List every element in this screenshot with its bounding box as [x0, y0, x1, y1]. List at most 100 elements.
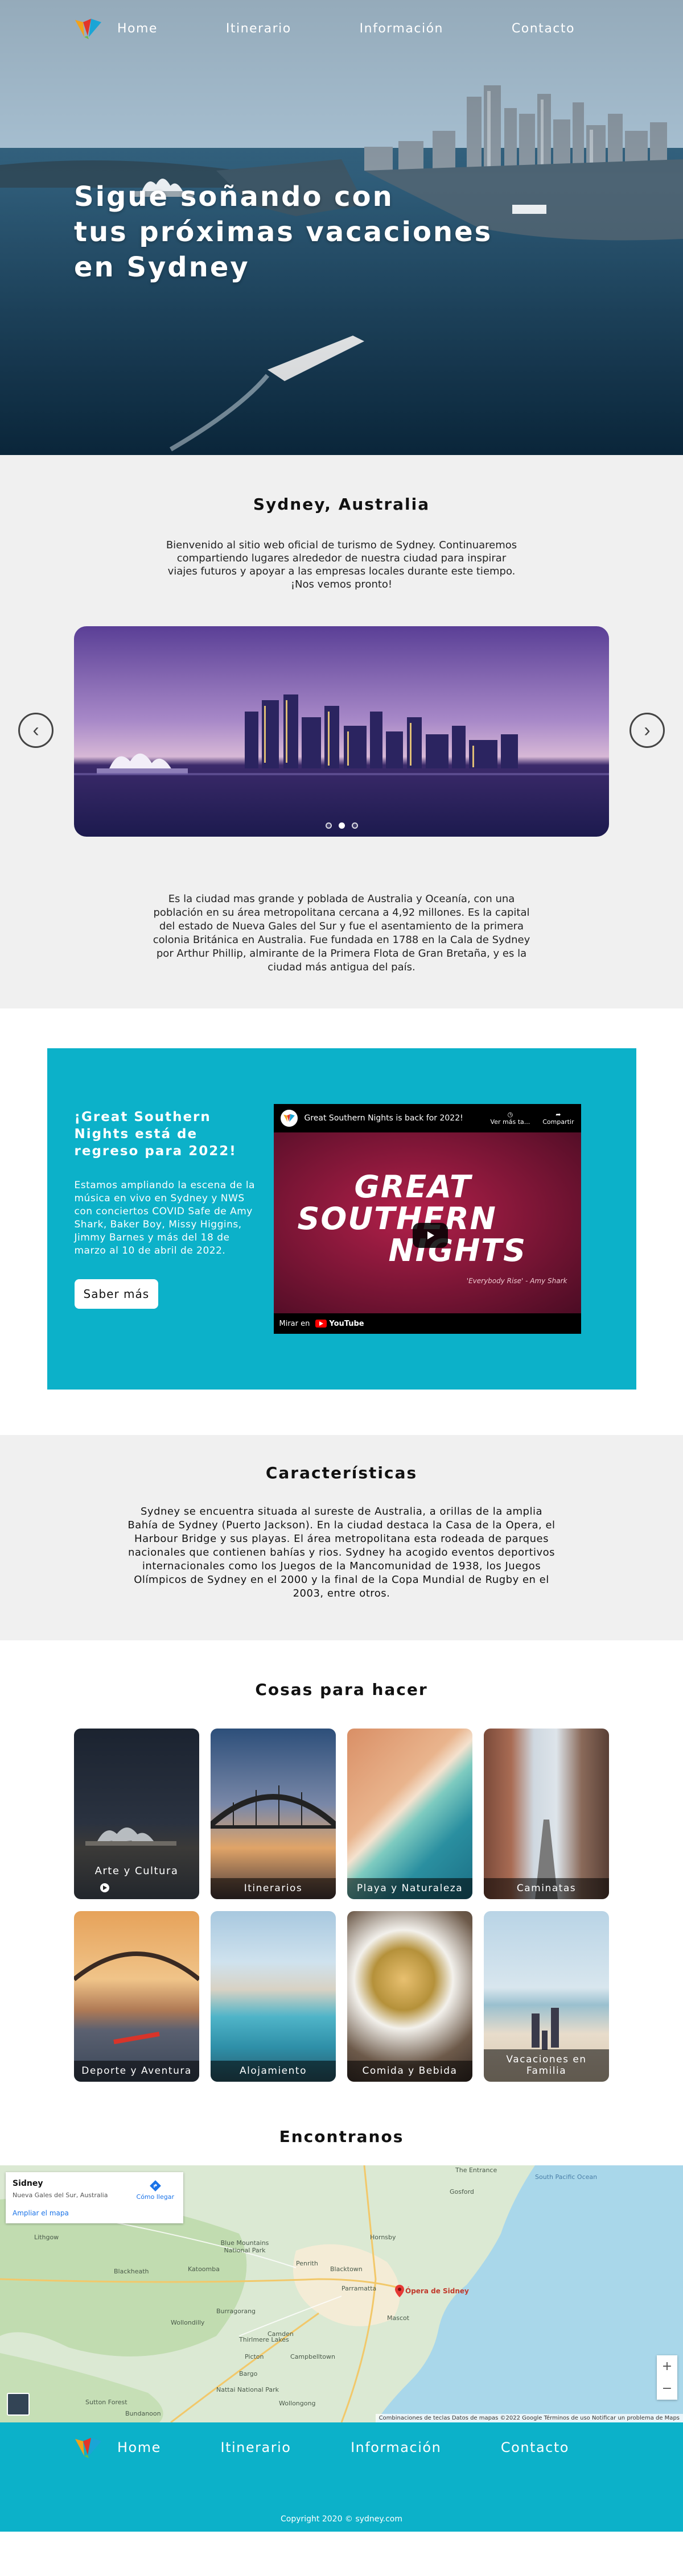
map-label: Picton: [245, 2353, 264, 2360]
copyright: Copyright 2020 © sydney.com: [281, 2515, 402, 2524]
video-top-bar: Great Southern Nights is back for 2022! …: [274, 1104, 581, 1132]
find-us-section: Encontranos The Entrance South Pacific O…: [0, 2116, 683, 2422]
saber-mas-button[interactable]: Saber más: [74, 1279, 159, 1309]
map-label: Wollongong: [279, 2400, 316, 2407]
event-title: ¡Great Southern Nights está de regreso p…: [74, 1110, 237, 1159]
nav-home-link[interactable]: Home: [117, 22, 158, 36]
activity-card-itinerarios[interactable]: Itinerarios: [211, 1729, 336, 1899]
map-attribution[interactable]: Combinaciones de teclas Datos de mapas ©…: [375, 2414, 683, 2422]
sydney-night-skyline-image: [74, 626, 609, 837]
activity-label: Comida y Bebida: [347, 2061, 472, 2082]
watch-later-label: Ver más ta...: [490, 1118, 530, 1126]
zoom-out-icon[interactable]: −: [662, 2381, 672, 2396]
map-label: Nattai National Park: [216, 2386, 279, 2393]
playa-naturaleza-image: [347, 1729, 472, 1899]
hero: Home Itinerario Información Contacto Sig…: [0, 0, 683, 455]
footer-links: Home Itinerario Información Contacto: [117, 2439, 609, 2455]
map-label: Parramatta: [342, 2285, 377, 2292]
sydney-logo-icon[interactable]: [74, 2436, 102, 2459]
directions-label: Cómo llegar: [136, 2193, 174, 2201]
activity-card-playa-naturaleza[interactable]: Playa y Naturaleza: [347, 1729, 472, 1899]
map-label: Mascot: [387, 2314, 410, 2322]
things-to-do-section: Cosas para hacer Arte y Cultura Itinerar…: [0, 1640, 683, 2116]
video-controls: ◷ Ver más ta... ➦ Compartir: [491, 1111, 574, 1126]
activity-label: Caminatas: [484, 1878, 609, 1899]
youtube-link[interactable]: YouTube: [315, 1320, 364, 1328]
footer-itinerario-link[interactable]: Itinerario: [221, 2439, 291, 2455]
hero-title: Sigue soñando con tus próximas vacacione…: [74, 179, 586, 285]
zoom-in-icon[interactable]: +: [662, 2359, 672, 2374]
poster-title: GREAT SOUTHERN NIGHTS: [298, 1171, 527, 1267]
video-poster: GREAT SOUTHERN NIGHTS 'Everybody Rise' -…: [273, 1132, 581, 1313]
activity-card-comida-bebida[interactable]: Comida y Bebida: [347, 1911, 472, 2082]
poster-line2: SOUTHERN: [297, 1201, 497, 1237]
map-label: Hornsby: [370, 2234, 396, 2241]
watch-later-button[interactable]: ◷ Ver más ta...: [491, 1111, 530, 1126]
activity-label: Alojamiento: [211, 2061, 336, 2082]
activity-card-deporte-aventura[interactable]: Deporte y Aventura: [74, 1911, 199, 2082]
activity-card-vacaciones-familia[interactable]: Vacaciones en Familia: [484, 1911, 609, 2082]
poster-line1: GREAT: [354, 1169, 472, 1205]
activity-label: Deporte y Aventura: [74, 2061, 199, 2082]
alojamiento-image: [211, 1911, 336, 2082]
channel-avatar[interactable]: [280, 1110, 298, 1127]
play-icon[interactable]: [100, 1883, 109, 1892]
carousel-dot-3[interactable]: [351, 822, 358, 829]
map-label: Gosford: [450, 2188, 474, 2195]
footer-contacto-link[interactable]: Contacto: [501, 2439, 569, 2455]
caminatas-image: [484, 1729, 609, 1899]
map-pin-icon[interactable]: [395, 2285, 404, 2297]
google-map[interactable]: The Entrance South Pacific Ocean Gosford…: [0, 2165, 683, 2422]
activity-label: Playa y Naturaleza: [347, 1878, 472, 1899]
find-title: Encontranos: [279, 2127, 404, 2146]
comida-bebida-image: [347, 1911, 472, 2082]
directions-button[interactable]: Cómo llegar: [137, 2180, 174, 2201]
nav-contacto-link[interactable]: Contacto: [512, 22, 575, 36]
map-label: Bundanoon: [125, 2410, 161, 2417]
intro-section: Sydney, Australia Bienvenido al sitio we…: [0, 455, 683, 1008]
poster-quote: 'Everybody Rise' - Amy Shark: [466, 1277, 567, 1285]
nav-itinerario-link[interactable]: Itinerario: [226, 22, 291, 36]
youtube-video-embed[interactable]: Great Southern Nights is back for 2022! …: [273, 1104, 581, 1334]
carousel-dot-2[interactable]: [338, 822, 345, 829]
activity-card-alojamiento[interactable]: Alojamiento: [211, 1911, 336, 2082]
nav-informacion-link[interactable]: Información: [360, 22, 443, 36]
map-label: Katoomba: [188, 2265, 220, 2273]
youtube-icon: [315, 1320, 327, 1328]
features-section: Características Sydney se encuentra situ…: [0, 1435, 683, 1640]
footer-nav: Home Itinerario Información Contacto: [74, 2434, 609, 2461]
youtube-label: YouTube: [329, 1319, 364, 1328]
image-carousel: ‹ ›: [0, 626, 683, 837]
hero-title-line3: en Sydney: [74, 251, 250, 283]
carousel-dot-1[interactable]: [325, 822, 332, 829]
map-label: Blackheath: [114, 2268, 149, 2275]
hero-title-line2: tus próximas vacaciones: [74, 216, 493, 248]
share-label: Compartir: [542, 1118, 574, 1126]
map-satellite-toggle[interactable]: [7, 2393, 30, 2416]
event-body: Estamos ampliando la escena de la música…: [74, 1180, 255, 1256]
map-label: Thirlmere Lakes: [239, 2336, 289, 2343]
map-label: Burragorang: [216, 2308, 256, 2315]
footer-home-link[interactable]: Home: [117, 2439, 161, 2455]
carousel-prev-button[interactable]: ‹: [18, 713, 54, 748]
deporte-aventura-image: [74, 1911, 199, 2082]
sydney-logo-icon[interactable]: [74, 16, 102, 40]
activity-grid: Arte y Cultura Itinerarios Playa y Natur…: [74, 1729, 609, 2082]
map-pin-label[interactable]: Ópera de Sidney: [405, 2287, 469, 2295]
share-button[interactable]: ➦ Compartir: [542, 1111, 574, 1126]
intro-lead: Bienvenido al sitio web oficial de turis…: [166, 539, 517, 590]
map-label: Wollondilly: [171, 2319, 205, 2326]
map-label: The Entrance: [455, 2166, 497, 2174]
hero-title-line1: Sigue soñando con: [74, 181, 394, 213]
features-body: Sydney se encuentra situada al sureste d…: [127, 1506, 556, 1599]
play-button[interactable]: [412, 1223, 448, 1248]
top-nav: Home Itinerario Información Contacto: [74, 16, 609, 41]
event-section: ¡Great Southern Nights está de regreso p…: [0, 1008, 683, 1435]
video-title[interactable]: Great Southern Nights is back for 2022!: [305, 1114, 491, 1123]
activity-card-arte-cultura[interactable]: Arte y Cultura: [74, 1729, 199, 1899]
larger-map-link[interactable]: Ampliar el mapa: [13, 2209, 176, 2217]
carousel-next-button[interactable]: ›: [629, 713, 665, 748]
map-label: Sutton Forest: [85, 2399, 127, 2406]
activity-card-caminatas[interactable]: Caminatas: [484, 1729, 609, 1899]
footer-informacion-link[interactable]: Información: [351, 2439, 441, 2455]
